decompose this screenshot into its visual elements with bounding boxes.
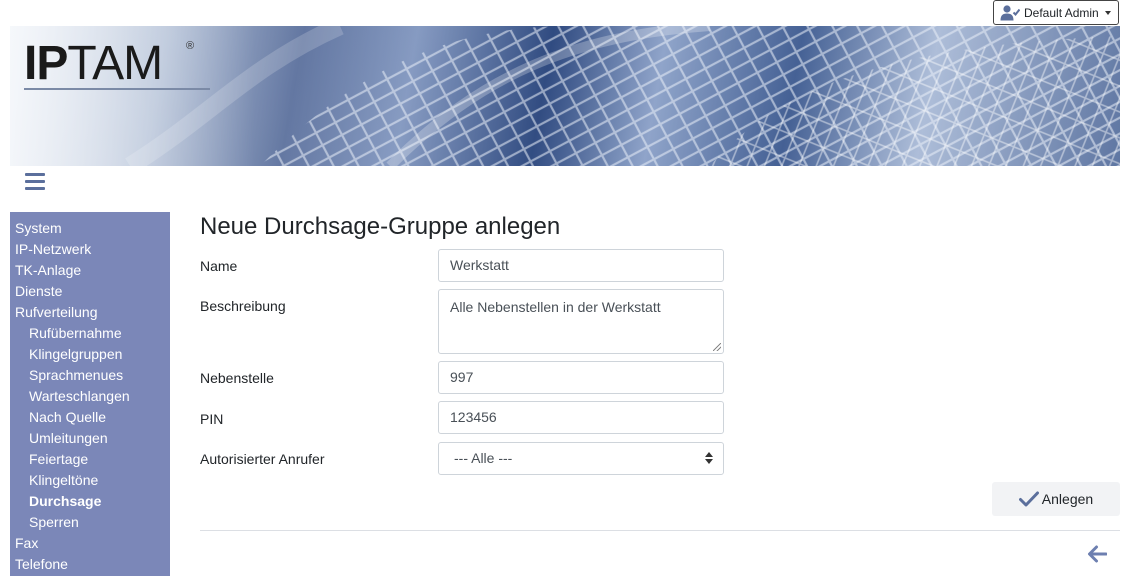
user-menu-label: Default Admin	[1024, 5, 1099, 20]
sidebar-item-nach-quelle[interactable]: Nach Quelle	[10, 407, 170, 428]
sidebar-item-klingelgruppen[interactable]: Klingelgruppen	[10, 344, 170, 365]
resize-grip-icon[interactable]	[713, 343, 721, 351]
sidebar-item-rufübernahme[interactable]: Rufübernahme	[10, 323, 170, 344]
banner-background	[10, 26, 1120, 166]
name-input[interactable]: Werkstatt	[438, 249, 724, 282]
header-banner: IPTAM ®	[10, 26, 1120, 166]
chevron-down-icon	[1104, 10, 1111, 15]
logo-underline	[24, 88, 210, 90]
extension-input[interactable]: 997	[438, 361, 724, 394]
sidebar-item-rufverteilung[interactable]: Rufverteilung	[10, 302, 170, 323]
name-label: Name	[200, 258, 238, 274]
arrow-left-icon[interactable]	[1087, 545, 1107, 563]
sidebar-item-klingeltöne[interactable]: Klingeltöne	[10, 470, 170, 491]
description-textarea[interactable]: Alle Nebenstellen in der Werkstatt	[438, 289, 724, 354]
sidebar-item-sprachmenues[interactable]: Sprachmenues	[10, 365, 170, 386]
authorized-caller-label: Autorisierter Anrufer	[200, 451, 325, 467]
pin-input[interactable]: 123456	[438, 401, 724, 434]
authorized-caller-value: --- Alle ---	[454, 450, 513, 466]
sidebar-nav: System IP-Netzwerk TK-Anlage Dienste Rufvert…	[10, 212, 170, 576]
check-icon	[1018, 491, 1039, 507]
sidebar-item-feiertage[interactable]: Feiertage	[10, 449, 170, 470]
sidebar-item-tk-anlage[interactable]: TK-Anlage	[10, 260, 170, 281]
sidebar-item-umleitungen[interactable]: Umleitungen	[10, 428, 170, 449]
logo-registered-mark: ®	[186, 40, 195, 52]
sidebar-item-dienste[interactable]: Dienste	[10, 281, 170, 302]
user-check-icon	[1000, 4, 1020, 20]
divider	[200, 530, 1120, 531]
hamburger-icon[interactable]	[25, 173, 45, 191]
logo-text-bold: IP	[24, 37, 68, 90]
user-menu-button[interactable]: Default Admin	[993, 0, 1119, 25]
sidebar-item-sperren[interactable]: Sperren	[10, 512, 170, 533]
pin-label: PIN	[200, 411, 224, 427]
authorized-caller-select[interactable]: --- Alle ---	[438, 442, 724, 475]
create-button[interactable]: Anlegen	[992, 482, 1120, 516]
create-button-label: Anlegen	[1041, 491, 1094, 507]
logo-text: TAM	[67, 37, 163, 90]
sidebar-item-warteschlangen[interactable]: Warteschlangen	[10, 386, 170, 407]
extension-label: Nebenstelle	[200, 370, 274, 386]
sidebar-item-ip-netzwerk[interactable]: IP-Netzwerk	[10, 239, 170, 260]
sidebar-item-durchsage[interactable]: Durchsage	[10, 491, 170, 512]
iptam-logo: IPTAM	[24, 34, 163, 94]
page-title: Neue Durchsage-Gruppe anlegen	[200, 213, 561, 240]
description-label: Beschreibung	[200, 298, 286, 314]
sidebar-item-system[interactable]: System	[10, 218, 170, 239]
select-arrows-icon	[705, 452, 713, 465]
sidebar-item-telefone[interactable]: Telefone	[10, 554, 170, 575]
sidebar-item-fax[interactable]: Fax	[10, 533, 170, 554]
description-value: Alle Nebenstellen in der Werkstatt	[450, 299, 661, 315]
